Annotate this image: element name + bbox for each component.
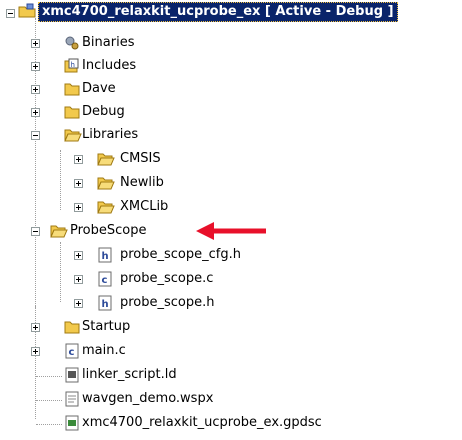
folder-open-icon	[64, 128, 82, 144]
tree-line	[36, 376, 62, 377]
tree-row-wavgen-demo[interactable]: wavgen_demo.wspx	[0, 390, 300, 412]
tree-item-label: CMSIS	[120, 151, 161, 166]
tree-item-label: main.c	[82, 343, 126, 358]
folder-icon	[97, 152, 115, 168]
expand-toggle[interactable]	[74, 299, 83, 308]
annotation-arrow-icon	[196, 222, 266, 240]
expand-toggle[interactable]	[74, 155, 83, 164]
tree-row-probe-scope-cfg-h[interactable]: h probe_scope_cfg.h	[0, 246, 320, 268]
expand-toggle[interactable]	[31, 39, 40, 48]
collapse-toggle[interactable]	[31, 131, 40, 140]
expand-toggle[interactable]	[74, 179, 83, 188]
expand-toggle[interactable]	[74, 275, 83, 284]
folder-open-icon	[50, 224, 68, 240]
svg-text:h: h	[102, 299, 109, 310]
tree-row-binaries[interactable]: Binaries	[0, 34, 300, 56]
expand-toggle[interactable]	[74, 203, 83, 212]
folder-icon	[64, 105, 80, 121]
tree-item-label: probe_scope.h	[120, 295, 215, 310]
includes-icon: h	[64, 58, 80, 74]
tree-item-label: XMCLib	[120, 199, 169, 214]
tree-item-label: Libraries	[82, 127, 139, 142]
project-folder-icon	[18, 3, 36, 19]
tree-item-label: Binaries	[82, 35, 135, 50]
tree-row-probe-scope-c[interactable]: c probe_scope.c	[0, 270, 320, 292]
tree-row-newlib[interactable]: Newlib	[0, 174, 300, 196]
project-explorer-tree: xmc4700_relaxkit_ucprobe_ex [ Active - D…	[0, 0, 462, 440]
tree-item-label: linker_script.ld	[82, 367, 177, 382]
folder-icon	[97, 176, 115, 192]
tree-item-label: wavgen_demo.wspx	[82, 391, 214, 406]
svg-text:c: c	[102, 275, 108, 286]
doc-file-icon	[64, 391, 80, 407]
tree-row-dave[interactable]: Dave	[0, 80, 300, 102]
h-file-icon: h	[97, 295, 113, 311]
h-file-icon: h	[97, 247, 113, 263]
expand-toggle[interactable]	[31, 347, 40, 356]
gpdsc-file-icon	[64, 415, 80, 431]
folder-icon	[64, 82, 80, 98]
binaries-icon	[64, 35, 80, 51]
tree-item-label: probe_scope_cfg.h	[120, 247, 241, 262]
tree-item-label: ProbeScope	[70, 223, 147, 238]
tree-item-label: Includes	[82, 58, 137, 73]
tree-row-includes[interactable]: h Includes	[0, 57, 300, 79]
folder-icon	[97, 200, 115, 216]
tree-item-label: probe_scope.c	[120, 271, 214, 286]
tree-item-label: xmc4700_relaxkit_ucprobe_ex.gpdsc	[82, 415, 322, 430]
tree-item-label: Newlib	[120, 175, 164, 190]
expand-toggle[interactable]	[31, 85, 40, 94]
tree-row-startup[interactable]: Startup	[0, 318, 300, 340]
expand-toggle[interactable]	[31, 323, 40, 332]
tree-row-linker-script[interactable]: linker_script.ld	[0, 366, 300, 388]
tree-line	[36, 424, 62, 425]
tree-item-label: Startup	[82, 319, 131, 334]
expand-toggle[interactable]	[74, 251, 83, 260]
tree-row-project[interactable]: xmc4700_relaxkit_ucprobe_ex [ Active - D…	[0, 2, 462, 24]
c-file-icon: c	[97, 271, 113, 287]
tree-row-xmclib[interactable]: XMCLib	[0, 198, 300, 220]
svg-text:h: h	[71, 61, 75, 69]
expand-toggle[interactable]	[31, 62, 40, 71]
tree-row-debug[interactable]: Debug	[0, 103, 300, 125]
tree-row-libraries[interactable]: Libraries	[0, 126, 300, 148]
collapse-toggle[interactable]	[31, 227, 40, 236]
tree-item-label: Debug	[82, 104, 125, 119]
c-file-icon: c	[64, 343, 80, 359]
svg-text:c: c	[69, 347, 75, 358]
collapse-toggle[interactable]	[6, 9, 15, 18]
tree-item-label: Dave	[82, 81, 116, 96]
tree-row-cmsis[interactable]: CMSIS	[0, 150, 300, 172]
tree-row-main-c[interactable]: c main.c	[0, 342, 300, 364]
svg-text:h: h	[102, 251, 109, 262]
ld-file-icon	[64, 367, 80, 383]
tree-row-gpdsc[interactable]: xmc4700_relaxkit_ucprobe_ex.gpdsc	[0, 414, 420, 436]
tree-row-probe-scope-h[interactable]: h probe_scope.h	[0, 294, 320, 316]
tree-line	[36, 400, 62, 401]
folder-icon	[64, 320, 80, 336]
project-label[interactable]: xmc4700_relaxkit_ucprobe_ex [ Active - D…	[38, 2, 398, 22]
expand-toggle[interactable]	[31, 108, 40, 117]
